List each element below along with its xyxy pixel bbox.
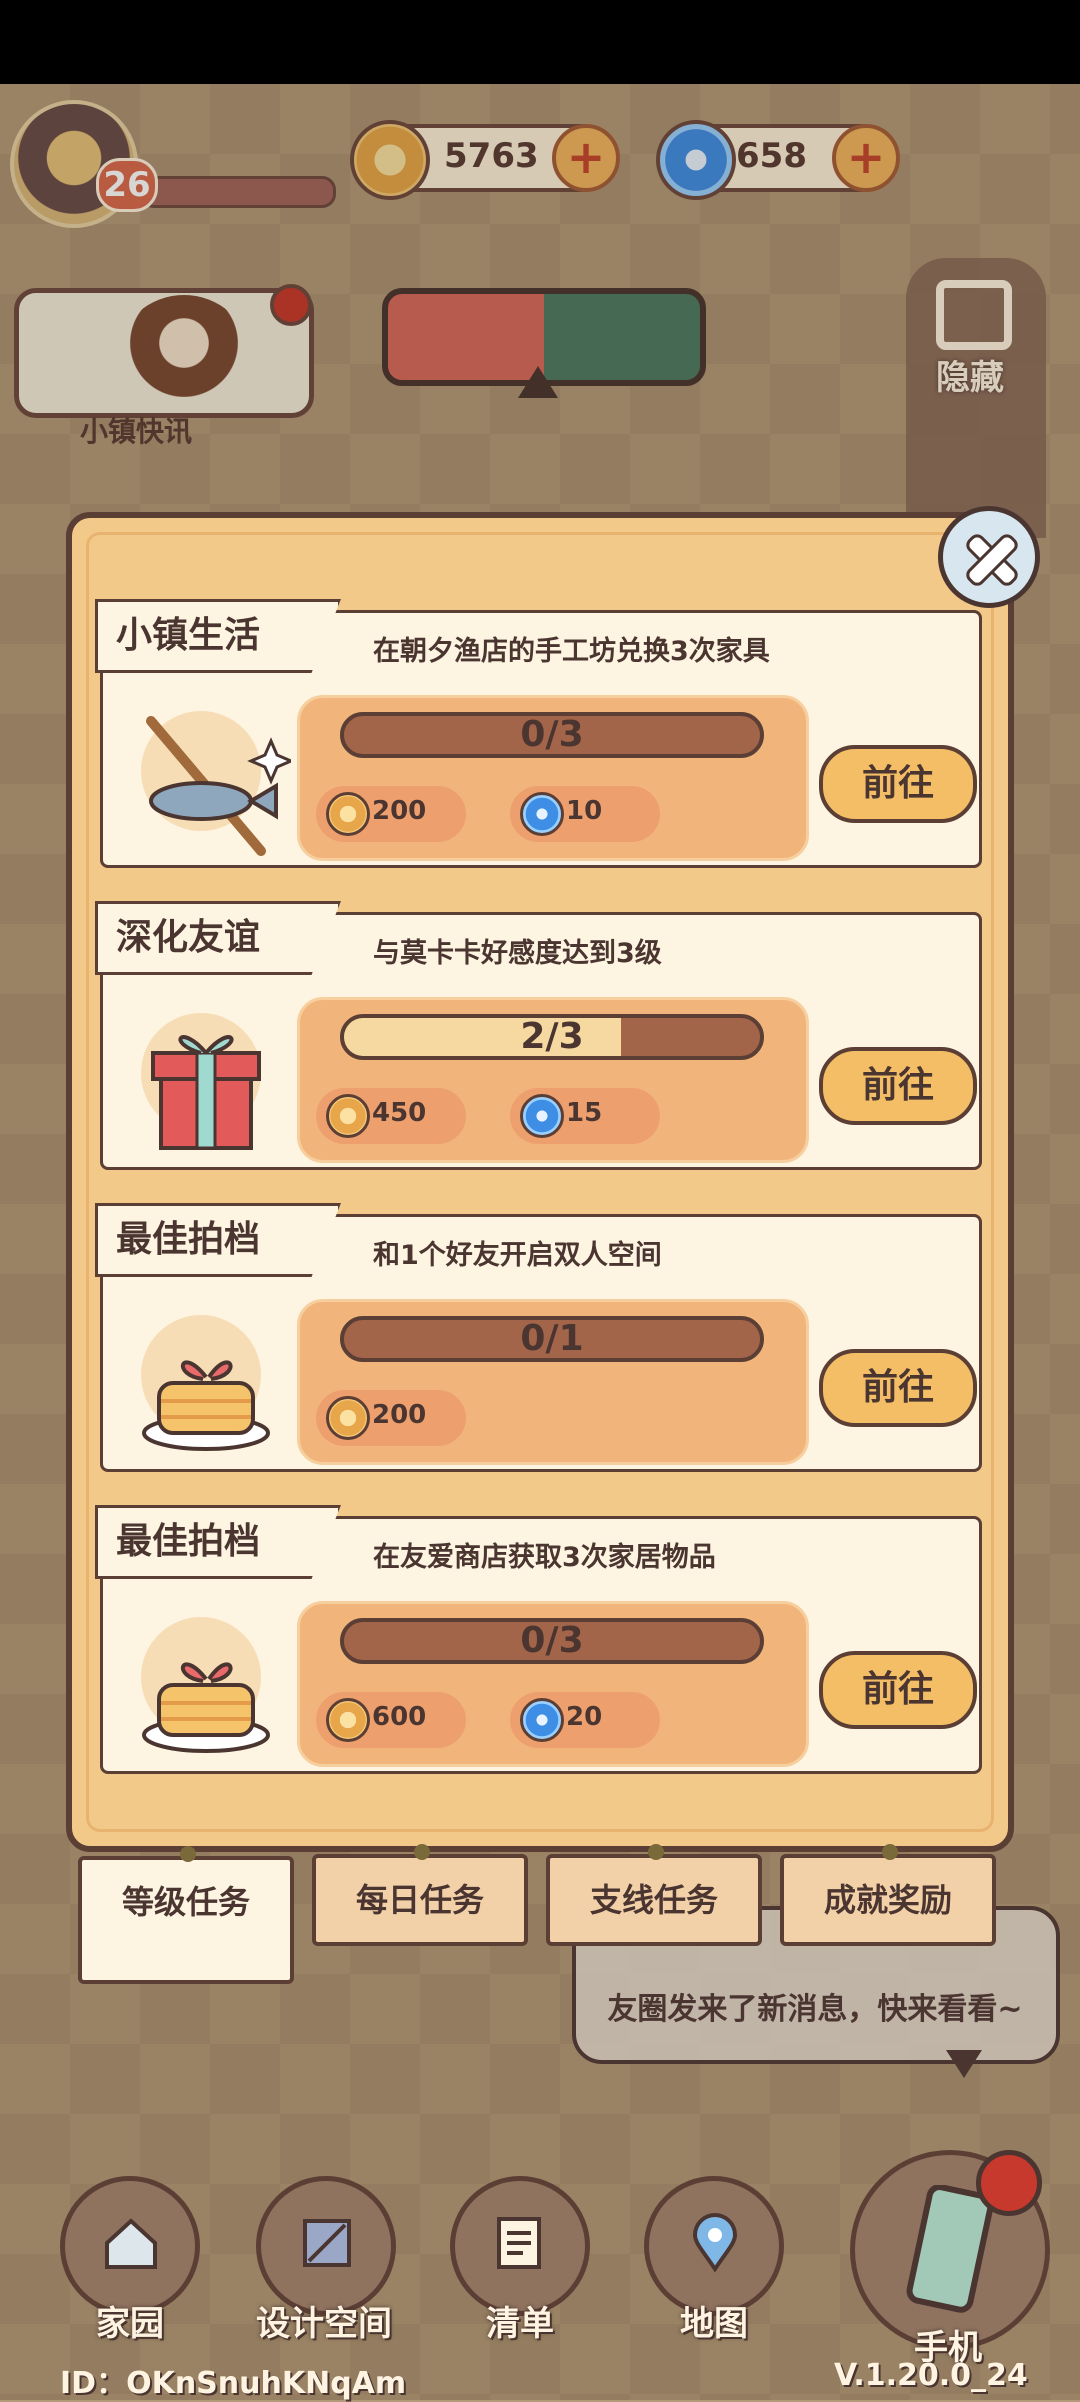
gold-coin-icon: [326, 792, 370, 836]
tab-side-tasks[interactable]: 支线任务: [546, 1844, 762, 1946]
task-category: 小镇生活: [116, 615, 261, 656]
gold-coin-icon: [326, 1094, 370, 1138]
blue-swirl-gem-icon: [520, 792, 564, 836]
task-category-tab: 最佳拍档: [95, 1505, 342, 1579]
nav-list[interactable]: [450, 2176, 590, 2316]
task-category-tab: 深化友谊: [95, 901, 342, 975]
gem-reward-value: 20: [566, 1702, 603, 1732]
go-button[interactable]: 前往: [819, 1349, 977, 1427]
blue-swirl-gem-icon: [520, 1698, 564, 1742]
gold-reward: 200: [316, 786, 466, 842]
progress-text: 0/1: [520, 1318, 584, 1359]
status-bar: [0, 0, 1080, 84]
task-progress-area: 2/3 450 15: [297, 997, 809, 1163]
nav-map-label: 地图: [680, 2304, 748, 2344]
nav-home[interactable]: [60, 2176, 200, 2316]
gold-reward-value: 600: [372, 1702, 427, 1732]
gem-reward-value: 15: [566, 1098, 603, 1128]
map-pin-icon: [692, 2213, 738, 2273]
task-card: 最佳拍档 和1个好友开启双人空间 0/1 200 前往: [95, 1203, 982, 1472]
task-description: 和1个好友开启双人空间: [373, 1240, 662, 1271]
go-button[interactable]: 前往: [819, 1651, 977, 1729]
task-category: 最佳拍档: [116, 1219, 261, 1260]
phone-notification-dot: [976, 2150, 1042, 2216]
gold-reward-value: 450: [372, 1098, 427, 1128]
task-category-tab: 小镇生活: [95, 599, 342, 673]
task-category-tab: 最佳拍档: [95, 1203, 342, 1277]
progress-text: 0/3: [520, 1620, 584, 1661]
go-button[interactable]: 前往: [819, 1047, 977, 1125]
close-icon[interactable]: [938, 506, 1040, 608]
tab-level-tasks[interactable]: 等级任务: [78, 1846, 294, 1984]
task-progress-area: 0/3 600 20: [297, 1601, 809, 1767]
gem-reward: 15: [510, 1088, 660, 1144]
gold-coin-icon: [326, 1396, 370, 1440]
notification-text: 友圈发来了新消息，快来看看~: [607, 1992, 1023, 2027]
player-id: ID：OKnSnuhKNqAm: [60, 2366, 407, 2401]
go-button[interactable]: 前往: [819, 745, 977, 823]
gold-reward: 600: [316, 1692, 466, 1748]
tab-achievement-rewards[interactable]: 成就奖励: [780, 1844, 996, 1946]
gem-reward: 20: [510, 1692, 660, 1748]
nav-map[interactable]: [644, 2176, 784, 2316]
gold-reward-value: 200: [372, 796, 427, 826]
task-card: 最佳拍档 在友爱商店获取3次家居物品 0/3 600 20 前往: [95, 1505, 982, 1774]
nav-design[interactable]: [256, 2176, 396, 2316]
progress-text: 2/3: [520, 1016, 584, 1057]
nav-list-label: 清单: [486, 2304, 554, 2344]
progress-text: 0/3: [520, 714, 584, 755]
blueprint-icon: [303, 2219, 351, 2267]
task-category: 深化友谊: [116, 917, 261, 958]
task-description: 在朝夕渔店的手工坊兑换3次家具: [373, 636, 770, 667]
gem-reward: 10: [510, 786, 660, 842]
task-card: 小镇生活 在朝夕渔店的手工坊兑换3次家具 0/3 200 10 前往: [95, 599, 982, 868]
task-card: 深化友谊 与莫卡卡好感度达到3级 2/3 450 15 前往: [95, 901, 982, 1170]
progress-bar: 2/3: [340, 1014, 764, 1060]
gold-reward: 450: [316, 1088, 466, 1144]
tab-daily-tasks[interactable]: 每日任务: [312, 1844, 528, 1946]
house-icon: [105, 2218, 157, 2269]
task-category: 最佳拍档: [116, 1521, 261, 1562]
gold-reward-value: 200: [372, 1400, 427, 1430]
blue-swirl-gem-icon: [520, 1094, 564, 1138]
gold-coin-icon: [326, 1698, 370, 1742]
cake-icon: [141, 1617, 270, 1753]
nav-home-label: 家园: [96, 2304, 164, 2344]
task-progress-area: 0/1 200: [297, 1299, 809, 1465]
checklist-icon: [497, 2217, 541, 2269]
gift-box-icon: [141, 1013, 261, 1150]
progress-bar: 0/3: [340, 1618, 764, 1664]
task-description: 在友爱商店获取3次家居物品: [373, 1542, 716, 1573]
gold-reward: 200: [316, 1390, 466, 1446]
task-progress-area: 0/3 200 10: [297, 695, 809, 861]
bubble-tail: [946, 2050, 982, 2078]
task-description: 与莫卡卡好感度达到3级: [373, 938, 662, 969]
progress-bar: 0/1: [340, 1316, 764, 1362]
gem-reward-value: 10: [566, 796, 603, 826]
fishing-rod-icon: [141, 711, 291, 856]
version-label: V.1.20.0_24: [834, 2358, 1028, 2393]
nav-design-label: 设计空间: [256, 2304, 392, 2344]
progress-bar: 0/3: [340, 712, 764, 758]
cake-icon: [141, 1315, 270, 1451]
